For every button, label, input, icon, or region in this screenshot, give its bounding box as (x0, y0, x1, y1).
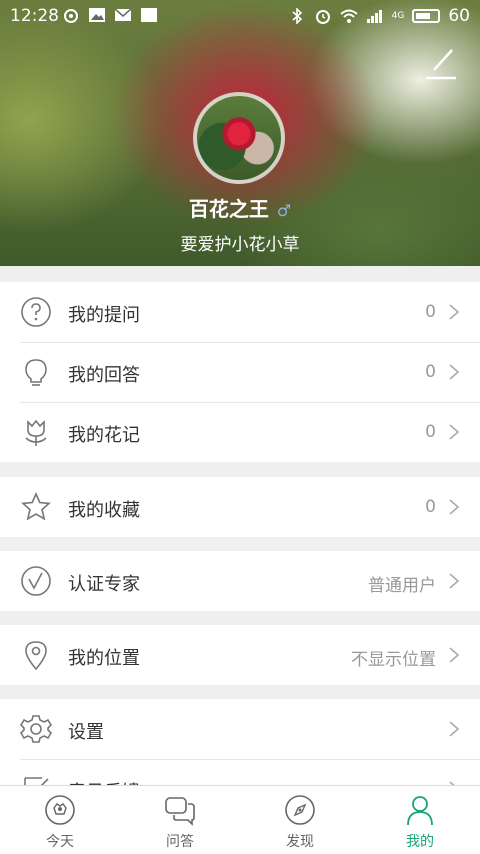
chevron-right-icon (449, 647, 460, 663)
menu-item-expert-verification[interactable]: 认证专家 普通用户 (0, 551, 480, 611)
tab-mine[interactable]: 我的 (360, 786, 480, 854)
bluetooth-icon (292, 8, 302, 24)
clapper-icon (141, 8, 157, 22)
location-pin-icon (25, 641, 47, 671)
menu-item-settings[interactable]: 设置 (0, 699, 480, 759)
chat-bubbles-icon (165, 797, 195, 826)
menu-item-questions[interactable]: 我的提问 0 (0, 282, 480, 342)
bottom-tab-bar: 今天 问答 发现 我的 (0, 785, 480, 854)
menu-item-location[interactable]: 我的位置 不显示位置 (0, 625, 480, 685)
profile-header: 12:28 4G 60 百花之王 ♂ 要爱护小花小草 (0, 0, 480, 266)
menu-item-status: 普通用户 (368, 576, 436, 596)
nickname: 百花之王 (188, 197, 269, 221)
edit-icon[interactable] (424, 44, 458, 80)
menu-item-flower-notes[interactable]: 我的花记 0 (0, 402, 480, 462)
tab-discover[interactable]: 发现 (240, 786, 360, 854)
gear-icon (20, 715, 52, 743)
menu-item-label: 我的收藏 (68, 500, 140, 521)
chevron-right-icon (449, 364, 460, 380)
status-time: 12:28 (10, 6, 59, 26)
menu-item-favorites[interactable]: 我的收藏 0 (0, 477, 480, 537)
chevron-right-icon (449, 499, 460, 515)
menu-item-label: 我的回答 (68, 365, 140, 386)
menu-item-count: 0 (425, 302, 436, 322)
tab-qa[interactable]: 问答 (120, 786, 240, 854)
verified-icon (21, 566, 51, 596)
wifi-icon (339, 9, 358, 23)
mail-icon (114, 8, 132, 21)
status-bar: 12:28 4G 60 (0, 0, 480, 34)
menu-group-activity: 我的提问 0 我的回答 0 我的花记 0 (0, 282, 480, 462)
alarm-icon (315, 10, 330, 24)
battery-level: 60 (448, 6, 470, 26)
avatar[interactable] (193, 92, 285, 184)
star-icon (21, 492, 51, 521)
menu-item-label: 我的位置 (68, 648, 140, 669)
menu-item-label: 认证专家 (68, 574, 140, 595)
menu-item-status: 不显示位置 (351, 650, 436, 670)
menu-item-count: 0 (425, 362, 436, 382)
tab-today[interactable]: 今天 (0, 786, 120, 854)
tab-label: 今天 (46, 834, 74, 850)
tab-label: 发现 (286, 834, 314, 850)
signal-icon (366, 10, 382, 23)
weibo-icon (64, 9, 78, 23)
battery-icon (412, 9, 441, 23)
chevron-right-icon (449, 721, 460, 737)
gender-male-icon: ♂ (276, 201, 292, 220)
lightbulb-icon (25, 359, 47, 386)
person-icon (407, 796, 433, 826)
menu-item-count: 0 (425, 422, 436, 442)
chevron-right-icon (449, 424, 460, 440)
tulip-icon (25, 419, 47, 446)
tab-label: 问答 (166, 834, 194, 850)
menu-group-location: 我的位置 不显示位置 (0, 625, 480, 685)
menu-item-label: 我的提问 (68, 305, 140, 326)
menu-item-label: 设置 (68, 722, 104, 743)
signature: 要爱护小花小草 (180, 235, 300, 255)
network-type: 4G (391, 11, 405, 21)
image-icon (89, 8, 105, 22)
menu-item-count: 0 (425, 497, 436, 517)
chevron-right-icon (449, 304, 460, 320)
menu-item-answers[interactable]: 我的回答 0 (0, 342, 480, 402)
compass-icon (285, 795, 315, 825)
chevron-right-icon (449, 573, 460, 589)
menu-item-label: 我的花记 (68, 425, 140, 446)
tab-label: 我的 (406, 834, 434, 850)
menu-group-favorites: 我的收藏 0 (0, 477, 480, 537)
menu-group-expert: 认证专家 普通用户 (0, 551, 480, 611)
flower-circle-icon (45, 795, 75, 825)
question-icon (21, 297, 51, 327)
